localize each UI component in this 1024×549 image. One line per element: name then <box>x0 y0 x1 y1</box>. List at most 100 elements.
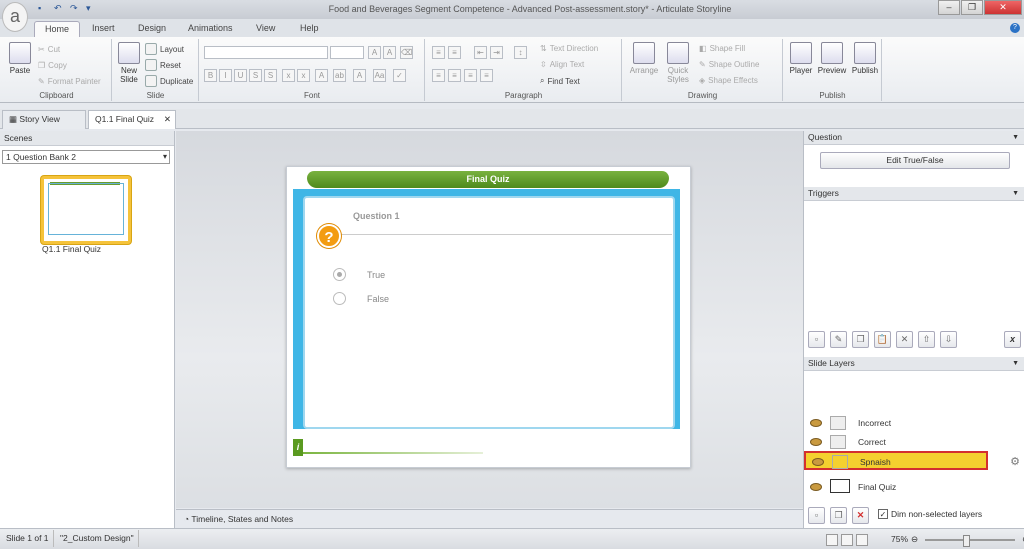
align-right-icon[interactable]: ≡ <box>464 69 477 82</box>
normal-view-icon[interactable] <box>826 533 838 546</box>
tab-insert[interactable]: Insert <box>82 21 125 37</box>
shape-effects-button[interactable]: ◈ Shape Effects <box>699 76 758 85</box>
move-down-icon[interactable]: ⇩ <box>940 331 957 348</box>
slide-thumbnail[interactable] <box>41 176 131 244</box>
quick-styles-button[interactable]: Quick Styles <box>665 42 691 84</box>
publish-button[interactable]: Publish <box>850 42 880 75</box>
font-color-icon[interactable]: A <box>353 69 366 82</box>
layer-correct[interactable]: Correct <box>804 433 1024 452</box>
tab-help[interactable]: Help <box>290 21 329 37</box>
zoom-out-icon[interactable]: ⊖ <box>911 531 918 548</box>
shadow-icon[interactable]: S <box>264 69 277 82</box>
dim-layers-checkbox[interactable]: ✓ Dim non-selected layers <box>878 509 982 519</box>
close-tab-icon[interactable]: ✕ <box>164 111 171 128</box>
chevron-down-icon[interactable]: ▼ <box>1012 357 1019 370</box>
copy-button[interactable]: ❐ Copy <box>38 61 67 70</box>
new-layer-icon[interactable]: ▫ <box>808 507 825 524</box>
change-case-icon[interactable]: Aa <box>373 69 386 82</box>
tab-animations[interactable]: Animations <box>178 21 243 37</box>
chevron-down-icon[interactable]: ▼ <box>1012 187 1019 200</box>
paste-trigger-icon[interactable]: 📋 <box>874 331 891 348</box>
numbering-icon[interactable]: ≡ <box>448 46 461 59</box>
tab-story-view[interactable]: ▦ Story View <box>2 110 86 129</box>
timeline-bar[interactable]: ◔ Timeline, States and Notes <box>176 509 803 528</box>
tab-current-slide[interactable]: Q1.1 Final Quiz ✕ <box>88 110 176 129</box>
copy-trigger-icon[interactable]: ❐ <box>852 331 869 348</box>
align-center-icon[interactable]: ≡ <box>448 69 461 82</box>
font-family-select[interactable] <box>204 46 328 59</box>
slide-sorter-icon[interactable] <box>841 533 853 546</box>
format-painter-button[interactable]: ✎ Format Painter <box>38 77 101 86</box>
strikethrough-icon[interactable]: S <box>249 69 262 82</box>
line-spacing-icon[interactable]: ↕ <box>514 46 527 59</box>
text-direction-button[interactable]: ⇅ Text Direction <box>540 44 598 53</box>
shrink-font-icon[interactable]: A <box>383 46 396 59</box>
layout-button[interactable]: Layout <box>145 43 184 55</box>
variables-icon[interactable]: x <box>1004 331 1021 348</box>
help-icon[interactable]: ? <box>1010 23 1020 33</box>
radio-false[interactable] <box>333 292 346 305</box>
tab-home[interactable]: Home <box>34 21 81 37</box>
subscript-icon[interactable]: x <box>282 69 295 82</box>
scene-select[interactable]: 1 Question Bank 2 ▾ <box>2 150 170 164</box>
align-left-icon[interactable]: ≡ <box>432 69 445 82</box>
grow-font-icon[interactable]: A <box>368 46 381 59</box>
delete-layer-icon[interactable]: ✕ <box>852 507 869 524</box>
reset-button[interactable]: Reset <box>145 59 181 71</box>
edit-trigger-icon[interactable]: ✎ <box>830 331 847 348</box>
underline-icon[interactable]: U <box>234 69 247 82</box>
bold-icon[interactable]: B <box>204 69 217 82</box>
shape-outline-button[interactable]: ✎ Shape Outline <box>699 60 759 69</box>
eye-icon[interactable] <box>810 438 822 446</box>
app-logo-icon[interactable]: a <box>2 2 28 32</box>
find-text-button[interactable]: ⌕ Find Text <box>540 76 580 86</box>
duplicate-layer-icon[interactable]: ❐ <box>830 507 847 524</box>
bullets-icon[interactable]: ≡ <box>432 46 445 59</box>
increase-indent-icon[interactable]: ⇥ <box>490 46 503 59</box>
tab-view[interactable]: View <box>246 21 285 37</box>
char-spacing-icon[interactable]: A <box>315 69 328 82</box>
redo-icon[interactable]: ↷ <box>70 3 80 13</box>
radio-true[interactable] <box>333 268 346 281</box>
preview-button[interactable]: Preview <box>817 42 847 75</box>
font-size-select[interactable] <box>330 46 364 59</box>
slide[interactable]: Final Quiz Question 1 ? True False i <box>286 166 691 468</box>
cut-button[interactable]: ✂ Cut <box>38 45 60 54</box>
close-button[interactable]: ✕ <box>984 0 1022 15</box>
layer-incorrect[interactable]: Incorrect <box>804 414 1024 433</box>
customize-qat-icon[interactable]: ▾ <box>86 3 96 13</box>
eye-icon[interactable] <box>812 458 824 466</box>
move-up-icon[interactable]: ⇧ <box>918 331 935 348</box>
duplicate-button[interactable]: Duplicate <box>145 75 193 87</box>
arrange-button[interactable]: Arrange <box>626 42 662 75</box>
spellcheck-icon[interactable]: ✓ <box>393 69 406 82</box>
save-icon[interactable]: ▪ <box>38 3 48 13</box>
superscript-icon[interactable]: x <box>297 69 310 82</box>
minimize-button[interactable]: – <box>938 0 960 15</box>
player-button[interactable]: Player <box>787 42 815 75</box>
eye-icon[interactable] <box>810 483 822 491</box>
tab-design[interactable]: Design <box>128 21 176 37</box>
question-title[interactable]: Question 1 <box>353 211 400 221</box>
paste-button[interactable]: Paste <box>6 42 34 75</box>
align-text-button[interactable]: ⇳ Align Text <box>540 60 584 69</box>
restore-button[interactable]: ❐ <box>961 0 983 15</box>
chevron-down-icon[interactable]: ▼ <box>1012 131 1019 144</box>
gear-icon[interactable]: ⚙ <box>1010 455 1020 468</box>
italic-icon[interactable]: I <box>219 69 232 82</box>
layer-selected[interactable]: Spnaish <box>804 451 988 470</box>
reading-view-icon[interactable] <box>856 533 868 546</box>
eye-icon[interactable] <box>810 419 822 427</box>
undo-icon[interactable]: ↶ <box>54 3 64 13</box>
justify-icon[interactable]: ≡ <box>480 69 493 82</box>
base-layer[interactable]: Final Quiz <box>804 475 1024 499</box>
delete-trigger-icon[interactable]: ✕ <box>896 331 913 348</box>
text-highlight-icon[interactable]: ab <box>333 69 346 82</box>
new-trigger-icon[interactable]: ▫ <box>808 331 825 348</box>
edit-question-button[interactable]: Edit True/False <box>820 152 1010 169</box>
decrease-indent-icon[interactable]: ⇤ <box>474 46 487 59</box>
checkbox-icon[interactable]: ✓ <box>878 509 888 519</box>
clear-format-icon[interactable]: ⌫ <box>400 46 413 59</box>
zoom-slider[interactable] <box>925 534 1016 547</box>
shape-fill-button[interactable]: ◧ Shape Fill <box>699 44 745 53</box>
